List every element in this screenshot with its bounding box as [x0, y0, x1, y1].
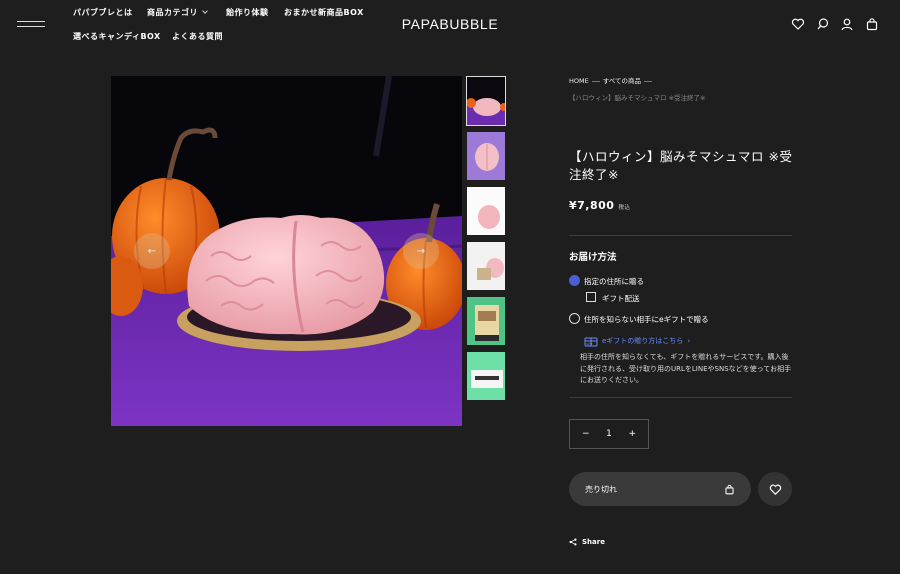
breadcrumb-separator [591, 80, 600, 82]
thumbnail-image [467, 352, 505, 400]
delivery-address-radio[interactable] [569, 275, 580, 286]
gift-wrap-label[interactable]: ギフト配送 [602, 293, 640, 304]
delivery-egift-radio[interactable] [569, 313, 580, 324]
wishlist-heart-icon[interactable] [791, 17, 805, 31]
divider [569, 235, 792, 236]
quantity-plus-button[interactable]: + [628, 429, 636, 439]
chevron-down-icon [202, 8, 208, 14]
price-value: ¥7,800 [569, 199, 615, 212]
thumbnail-image [467, 242, 505, 290]
delivery-address-label[interactable]: 指定の住所に贈る [584, 276, 644, 287]
site-logo[interactable]: PAPABUBBLE [0, 16, 900, 32]
gift-wrap-checkbox[interactable] [586, 292, 596, 302]
egift-icon: GIFT [584, 337, 598, 347]
thumbnail-5[interactable] [466, 296, 506, 346]
tax-note: 税込 [618, 205, 631, 211]
thumbnail-1[interactable] [466, 76, 506, 126]
thumbnail-image [467, 77, 505, 125]
gallery-prev-arrow-icon[interactable]: ← [134, 233, 170, 269]
breadcrumb-current: 【ハロウィン】脳みそマシュマロ ※受注終了※ [569, 94, 706, 102]
breadcrumb: HOME すべての商品 [569, 75, 655, 85]
thumbnail-6[interactable] [466, 351, 506, 401]
thumbnail-image [467, 132, 505, 180]
nav-item-faq[interactable]: よくある質問 [172, 31, 223, 42]
heart-icon [769, 484, 781, 495]
thumbnail-2[interactable] [466, 131, 506, 181]
search-icon[interactable] [816, 17, 830, 31]
sold-out-button[interactable]: 売り切れ [569, 472, 751, 506]
nav-item-candy-box[interactable]: 選べるキャンディBOX [73, 31, 161, 42]
gallery-next-arrow-icon[interactable]: → [403, 233, 439, 269]
thumbnail-4[interactable] [466, 241, 506, 291]
sold-out-label: 売り切れ [585, 484, 617, 494]
cart-bag-icon [725, 484, 734, 494]
cart-bag-icon[interactable] [865, 17, 879, 31]
share-icon [569, 538, 577, 546]
egift-guide-link[interactable]: GIFT eギフトの贈り方はこちら › [584, 335, 690, 347]
quantity-value[interactable]: 1 [606, 429, 612, 439]
breadcrumb-home[interactable]: HOME [569, 77, 589, 85]
thumbnail-image [467, 297, 505, 345]
egift-icon-text: GIFT [586, 342, 593, 346]
egift-description: 相手の住所を知らなくても、ギフトを贈れるサービスです。購入後に発行される、受け取… [580, 353, 792, 384]
quantity-stepper: − 1 + [569, 419, 649, 449]
delivery-egift-label[interactable]: 住所を知らない相手にeギフトで贈る [584, 314, 709, 325]
thumbnail-3[interactable] [466, 186, 506, 236]
product-main-image[interactable]: ← → [111, 76, 462, 426]
add-to-favorites-button[interactable] [758, 472, 792, 506]
product-title: 【ハロウィン】脳みそマシュマロ ※受注終了※ [569, 149, 793, 182]
divider [569, 397, 792, 398]
thumbnail-image [467, 187, 505, 235]
chevron-right-icon: › [687, 337, 691, 345]
delivery-heading: お届け方法 [569, 252, 617, 263]
egift-link-label: eギフトの贈り方はこちら [602, 337, 684, 345]
quantity-minus-button[interactable]: − [582, 429, 590, 439]
account-icon[interactable] [840, 17, 854, 31]
breadcrumb-separator [644, 80, 653, 82]
breadcrumb-all-products[interactable]: すべての商品 [603, 77, 641, 85]
product-price: ¥7,800 税込 [569, 199, 630, 212]
share-button[interactable]: Share [569, 538, 605, 546]
share-label: Share [582, 538, 605, 546]
